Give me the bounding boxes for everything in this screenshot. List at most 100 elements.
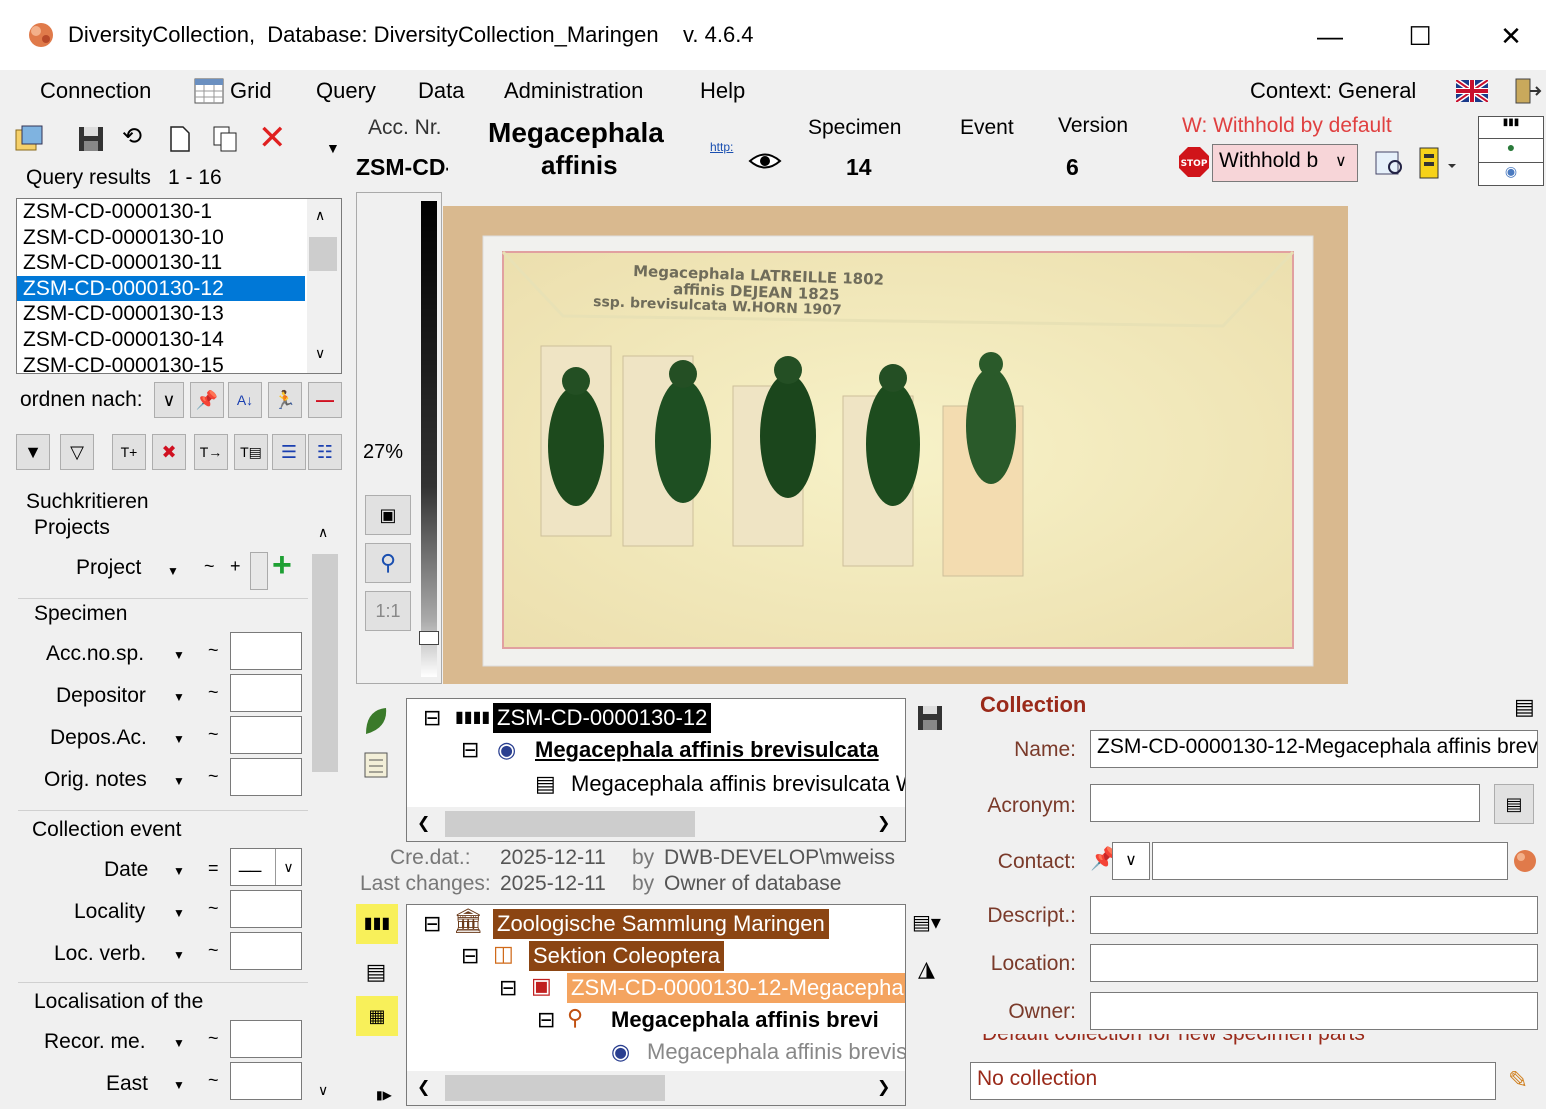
copy-icon[interactable] — [210, 124, 240, 154]
list-scrollbar[interactable]: ∧ ∨ — [307, 199, 341, 373]
http-link[interactable]: http: — [710, 140, 733, 154]
tree-node-specimen[interactable]: ZSM-CD-0000130-12 — [493, 703, 712, 733]
actual-size-button[interactable]: 1:1 — [365, 591, 411, 631]
list-item[interactable]: ZSM-CD-0000130-10 — [17, 225, 305, 251]
acronym-lookup-icon[interactable]: ▤ — [1494, 784, 1534, 824]
close-window-button[interactable]: ✕ — [1486, 16, 1536, 56]
contact-dropdown[interactable]: ∨ — [1112, 842, 1150, 880]
delete-icon[interactable]: ✕ — [258, 118, 288, 157]
list-item-selected[interactable]: ZSM-CD-0000130-12 — [17, 275, 305, 302]
calendar-dropdown-icon[interactable]: ∨ — [275, 849, 301, 885]
undo-icon[interactable]: ⟲ — [122, 122, 152, 152]
scroll-left-icon[interactable]: ❮ — [417, 1077, 430, 1097]
preview-icon[interactable] — [1374, 148, 1406, 178]
context-menu[interactable]: Context: General — [1250, 78, 1416, 104]
filter-clear-icon[interactable]: ✖ — [152, 434, 186, 470]
loc-verb-input[interactable] — [230, 932, 302, 970]
save-icon[interactable] — [76, 124, 106, 154]
filter-icon[interactable]: ▽ — [60, 434, 94, 470]
remove-icon[interactable]: — — [308, 382, 342, 418]
project-check[interactable] — [250, 552, 268, 590]
menu-grid[interactable]: Grid — [230, 78, 272, 104]
collapse-icon[interactable]: ▼ — [16, 434, 50, 470]
list-item[interactable]: ZSM-CD-0000130-11 — [17, 250, 305, 276]
zoom-slider[interactable] — [421, 201, 437, 677]
list-detail-icon[interactable]: ☷ — [308, 434, 342, 470]
list-item[interactable]: ZSM-CD-0000130-14 — [17, 327, 305, 353]
depositor-input[interactable] — [230, 674, 302, 712]
label-print-icon[interactable] — [1418, 146, 1458, 180]
view-switcher[interactable]: ▮▮▮ ● ◉ — [1478, 116, 1544, 186]
tree-hscrollbar[interactable]: ❮ ❯ — [407, 1071, 905, 1105]
scroll-left-icon[interactable]: ❮ — [417, 813, 430, 833]
menu-help[interactable]: Help — [700, 78, 745, 104]
eye-icon[interactable] — [748, 150, 782, 172]
barcode-view-icon[interactable]: ▮▮▮ — [356, 904, 398, 944]
scroll-right-icon[interactable]: ❯ — [877, 1077, 890, 1097]
loc-verb-operator[interactable]: ▼ — [166, 940, 192, 970]
scroll-up-icon[interactable]: ∧ — [318, 524, 328, 541]
tree-hscrollbar[interactable]: ❮ ❯ — [407, 807, 905, 841]
orig-notes-input[interactable] — [230, 758, 302, 796]
location-input[interactable] — [1090, 944, 1538, 982]
depositor-operator[interactable]: ▼ — [166, 682, 192, 712]
specimen-tree[interactable]: ⊟ ▮▮▮▮ ZSM-CD-0000130-12 ⊟ ◉ Megacephala… — [406, 698, 906, 842]
scroll-down-icon[interactable]: ∨ — [315, 345, 325, 362]
locality-input[interactable] — [230, 890, 302, 928]
acronym-input[interactable] — [1090, 784, 1480, 822]
menu-data[interactable]: Data — [418, 78, 464, 104]
east-operator[interactable]: ▼ — [166, 1070, 192, 1100]
expand-panel-icon[interactable]: ▮▶ — [376, 1088, 392, 1102]
scroll-up-icon[interactable]: ∧ — [315, 207, 325, 224]
tree-expander-icon[interactable]: ⊟ — [537, 1005, 555, 1035]
tree-expander-icon[interactable]: ⊟ — [423, 703, 441, 733]
hierarchy-view-icon[interactable]: ▦ — [356, 996, 398, 1036]
recor-me-input[interactable] — [230, 1020, 302, 1058]
depos-ac-input[interactable] — [230, 716, 302, 754]
order-by-dropdown[interactable]: ∨ — [154, 382, 184, 418]
tree-node-institution[interactable]: Zoologische Sammlung Maringen — [493, 909, 829, 939]
contact-input[interactable] — [1152, 842, 1508, 880]
menu-administration[interactable]: Administration — [504, 78, 643, 104]
list-item[interactable]: ZSM-CD-0000130-1 — [17, 199, 305, 225]
uk-flag-icon[interactable] — [1456, 80, 1488, 102]
scroll-thumb[interactable] — [445, 811, 695, 837]
filter-list-icon[interactable]: T▤ — [234, 434, 268, 470]
collection-tree[interactable]: ⊟ 🏛 Zoologische Sammlung Maringen ⊟ ◫ Se… — [406, 904, 906, 1106]
date-operator[interactable]: ▼ — [166, 856, 192, 886]
east-input[interactable] — [230, 1062, 302, 1100]
scroll-thumb[interactable] — [445, 1075, 665, 1101]
tree-node-part[interactable]: Megacephala affinis brevisulcata W — [571, 769, 905, 799]
filter-add-icon[interactable]: T+ — [112, 434, 146, 470]
tree-node-identification[interactable]: Megacephala affinis brevisulcata — [535, 735, 879, 765]
criteria-scrollbar[interactable]: ∧ ∨ — [310, 520, 342, 1105]
locality-operator[interactable]: ▼ — [166, 898, 192, 928]
save-icon[interactable] — [916, 704, 944, 732]
description-input[interactable] — [1090, 896, 1538, 934]
menu-query[interactable]: Query — [316, 78, 376, 104]
collection-icon[interactable]: ▤ — [358, 954, 394, 990]
acc-nr-value[interactable]: ZSM-CD- — [356, 154, 448, 181]
list-item[interactable]: ZSM-CD-0000130-15 — [17, 353, 305, 373]
zoom-icon[interactable]: ⚲ — [365, 543, 411, 583]
tree-node-identification[interactable]: Megacephala affinis brevi — [611, 1005, 879, 1035]
maximize-button[interactable]: ☐ — [1395, 16, 1445, 56]
list-icon[interactable]: ☰ — [272, 434, 306, 470]
form-icon[interactable] — [14, 124, 44, 154]
tree-expander-icon[interactable]: ⊟ — [461, 735, 479, 765]
exit-icon[interactable] — [1512, 76, 1542, 106]
collection-menu-icon[interactable]: ▤▾ — [912, 910, 941, 935]
depos-ac-operator[interactable]: ▼ — [166, 724, 192, 754]
scroll-down-icon[interactable]: ∨ — [318, 1082, 328, 1099]
filter-next-icon[interactable]: T→ — [194, 434, 228, 470]
list-item[interactable]: ZSM-CD-0000130-13 — [17, 301, 305, 327]
project-operator-dropdown[interactable]: ▼ — [160, 556, 186, 586]
default-collection-value[interactable]: No collection — [970, 1062, 1496, 1100]
owner-input[interactable] — [1090, 992, 1538, 1030]
binoculars-icon[interactable]: ◮ — [918, 956, 935, 982]
sort-az-icon[interactable]: A↓ — [228, 382, 262, 418]
tree-node-section[interactable]: Sektion Coleoptera — [529, 941, 725, 971]
tree-expander-icon[interactable]: ⊟ — [423, 909, 441, 939]
scroll-right-icon[interactable]: ❯ — [877, 813, 890, 833]
add-project-icon[interactable]: + — [272, 546, 292, 585]
